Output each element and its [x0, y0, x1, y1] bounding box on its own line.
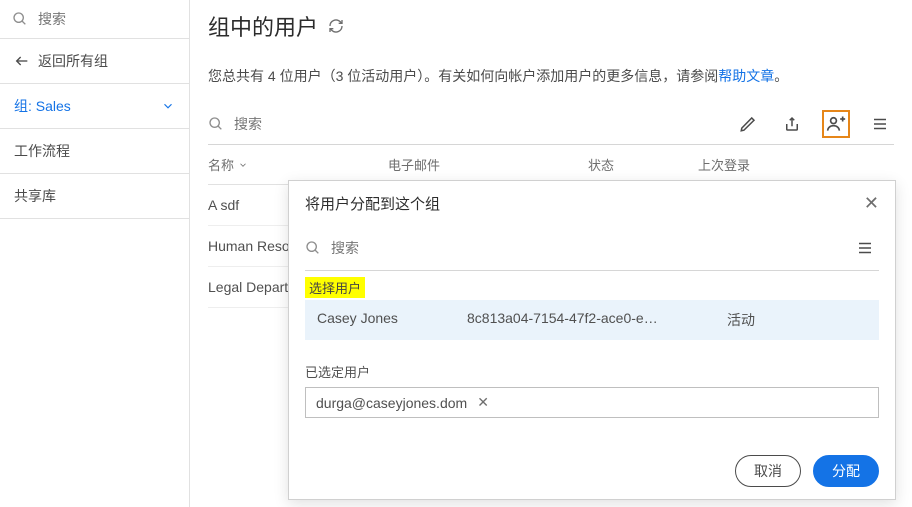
select-user-label: 选择用户 — [305, 277, 365, 298]
sidebar-item-workflow[interactable]: 工作流程 — [0, 129, 189, 174]
table-search[interactable] — [208, 115, 417, 133]
dialog-menu-button[interactable] — [851, 234, 879, 262]
col-login[interactable]: 上次登录 — [698, 155, 894, 174]
chip-label: durga@caseyjones.dom — [316, 395, 467, 411]
table-search-input[interactable] — [232, 115, 417, 133]
back-label: 返回所有组 — [38, 51, 108, 71]
help-link[interactable]: 帮助文章 — [718, 68, 774, 84]
add-user-button[interactable] — [822, 110, 850, 138]
selected-user-chip: durga@caseyjones.dom ✕ — [305, 387, 879, 418]
refresh-icon[interactable] — [328, 18, 344, 34]
sidebar-item-shared-lib[interactable]: 共享库 — [0, 174, 189, 219]
col-name[interactable]: 名称 — [208, 155, 388, 174]
search-icon — [305, 240, 321, 256]
dialog-search[interactable] — [305, 239, 514, 257]
sort-icon — [238, 160, 248, 170]
candidate-user-row[interactable]: Casey Jones 8c813a04-7154-47f2-ace0-e… 活… — [305, 300, 879, 340]
export-icon — [783, 115, 801, 133]
search-icon — [12, 11, 28, 27]
col-status[interactable]: 状态 — [588, 155, 698, 174]
edit-button[interactable] — [734, 110, 762, 138]
group-sales[interactable]: 组: Sales — [0, 84, 189, 129]
arrow-left-icon — [14, 53, 30, 69]
page-description: 您总共有 4 位用户（3 位活动用户）。有关如何向帐户添加用户的更多信息，请参阅… — [208, 66, 894, 86]
page-title: 组中的用户 — [208, 10, 318, 42]
sidebar-search-input[interactable] — [36, 10, 177, 28]
assign-button[interactable]: 分配 — [813, 455, 879, 487]
col-email[interactable]: 电子邮件 — [388, 155, 588, 174]
candidate-name: Casey Jones — [317, 310, 467, 330]
assign-user-dialog: 将用户分配到这个组 ✕ 选择用户 Casey Jones 8c813a04-71… — [288, 180, 896, 500]
export-button[interactable] — [778, 110, 806, 138]
back-to-groups[interactable]: 返回所有组 — [0, 39, 189, 84]
menu-button[interactable] — [866, 110, 894, 138]
candidate-id: 8c813a04-7154-47f2-ace0-e… — [467, 310, 727, 330]
menu-icon — [871, 115, 889, 133]
dialog-search-input[interactable] — [329, 239, 514, 257]
group-label: 组: Sales — [14, 96, 71, 116]
dialog-title: 将用户分配到这个组 — [305, 193, 440, 214]
chevron-down-icon — [161, 99, 175, 113]
menu-icon — [856, 239, 874, 257]
candidate-status: 活动 — [727, 310, 867, 330]
search-icon — [208, 116, 224, 132]
table-header: 名称 电子邮件 状态 上次登录 — [208, 145, 894, 185]
add-user-icon — [826, 114, 846, 134]
close-icon[interactable]: ✕ — [864, 193, 879, 214]
remove-chip-icon[interactable]: ✕ — [477, 394, 489, 411]
sidebar-search[interactable] — [0, 0, 189, 39]
cancel-button[interactable]: 取消 — [735, 455, 801, 487]
pencil-icon — [739, 115, 757, 133]
selected-users-label: 已选定用户 — [305, 362, 879, 381]
